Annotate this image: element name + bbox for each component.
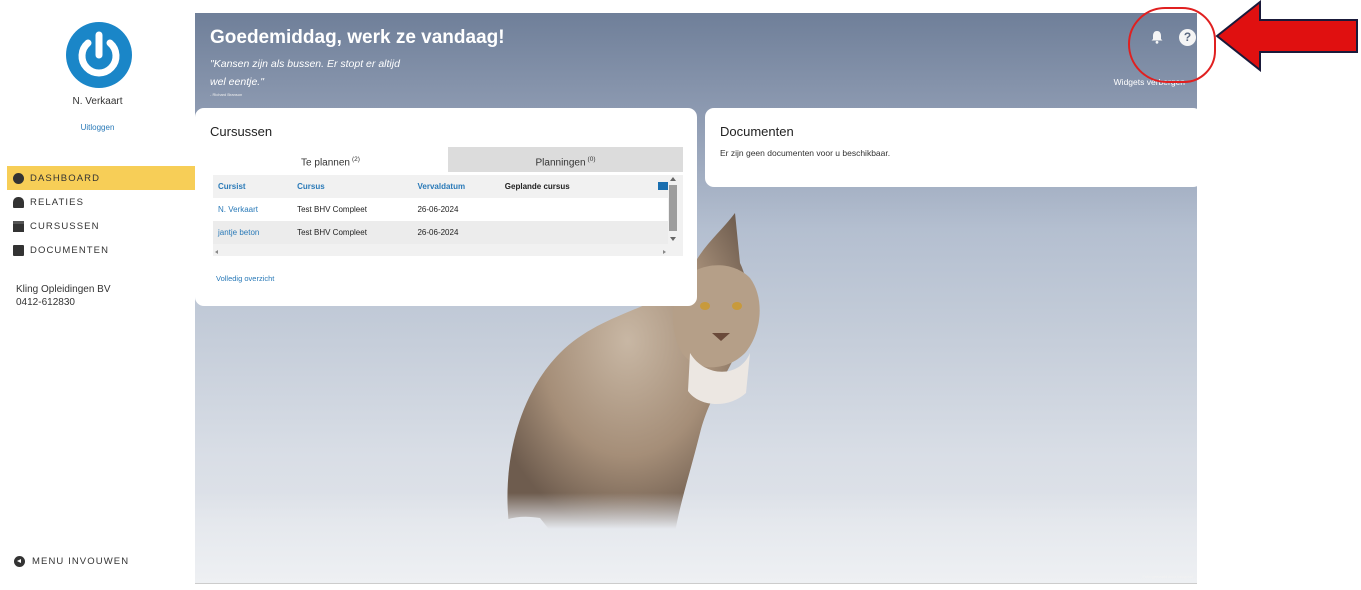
courses-table: Cursist Cursus Vervaldatum Geplande curs… [213, 175, 683, 256]
sidebar-item-label: CURSUSSEN [30, 220, 100, 232]
table-row: jantje beton Test BHV Compleet 26-06-202… [213, 221, 668, 244]
app-logo [66, 22, 132, 88]
cursist-link[interactable]: jantje beton [213, 221, 293, 244]
column-settings-header[interactable] [633, 175, 668, 198]
table-horizontal-scrollbar[interactable] [213, 248, 668, 256]
tab-label: Planningen [535, 157, 586, 169]
calendar-icon [13, 220, 24, 232]
dashboard-main: Goedemiddag, werk ze vandaag! "Kansen zi… [195, 13, 1197, 583]
documents-title: Documenten [720, 124, 794, 139]
sidebar-item-relaties[interactable]: RELATIES [7, 190, 195, 214]
sidebar-item-label: DASHBOARD [30, 172, 101, 184]
vervaldatum-cell: 26-06-2024 [412, 221, 500, 244]
documents-empty-message: Er zijn geen documenten voor u beschikba… [720, 148, 891, 158]
column-header-label: Geplande cursus [504, 182, 570, 191]
cursus-cell: Test BHV Compleet [292, 198, 413, 221]
tab-te-plannen[interactable]: Te plannen (2) [213, 147, 448, 172]
annotation-arrow-icon [1215, 0, 1358, 72]
tab-count: (2) [351, 156, 360, 163]
geplande-cell [499, 198, 633, 221]
company-info: Kling Opleidingen BV 0412-612830 [16, 283, 111, 309]
scroll-left-icon[interactable] [215, 250, 218, 254]
snow-foreground [195, 493, 1197, 583]
cursist-link[interactable]: N. Verkaart [213, 198, 293, 221]
dashboard-icon [13, 172, 24, 184]
table-header-row: Cursist Cursus Vervaldatum Geplande curs… [213, 175, 668, 198]
column-header-geplande-cursus: Geplande cursus [500, 175, 633, 198]
documents-widget: Documenten Er zijn geen documenten voor … [705, 108, 1197, 187]
courses-tabs: Te plannen (2) Planningen (0) [213, 147, 683, 172]
power-icon [78, 31, 120, 77]
company-phone: 0412-612830 [16, 297, 75, 308]
vervaldatum-cell: 26-06-2024 [412, 198, 500, 221]
user-name: N. Verkaart [72, 96, 123, 107]
sidebar-item-cursussen[interactable]: CURSUSSEN [7, 214, 195, 238]
empty-cell [632, 198, 668, 221]
folder-icon [13, 244, 24, 256]
courses-widget: Cursussen Te plannen (2) Planningen (0) Cu… [195, 108, 697, 306]
table-row: N. Verkaart Test BHV Compleet 26-06-2024 [213, 198, 668, 221]
courses-table-grid: Cursist Cursus Vervaldatum Geplande curs… [213, 175, 668, 244]
greeting-title: Goedemiddag, werk ze vandaag! [210, 27, 505, 48]
folder-icon[interactable] [657, 181, 668, 190]
tab-count: (0) [587, 156, 596, 163]
sidebar-item-dashboard[interactable]: DASHBOARD [7, 166, 195, 190]
geplande-cell [499, 221, 633, 244]
scroll-down-icon[interactable] [670, 237, 676, 241]
scrollbar-thumb[interactable] [669, 185, 677, 231]
cursus-cell: Test BHV Compleet [292, 221, 413, 244]
column-header-cursist[interactable]: Cursist [213, 175, 292, 198]
sidebar-nav: DASHBOARD RELATIES CURSUSSEN DOCUMENTEN [7, 166, 195, 262]
sidebar-item-label: RELATIES [30, 196, 85, 208]
tab-label: Te plannen [301, 157, 350, 169]
quote-author: - Richard Branson [210, 92, 243, 97]
column-header-vervaldatum[interactable]: Vervaldatum [412, 175, 499, 198]
daily-quote: "Kansen zijn als bussen. Er stopt er alt… [210, 58, 400, 88]
photo-credit: Foto gemaakt door fotograaf [1142, 574, 1193, 579]
users-icon [13, 196, 24, 208]
tab-planningen[interactable]: Planningen (0) [448, 147, 683, 172]
menu-collapse-button[interactable]: MENU INVOUWEN [14, 556, 129, 567]
sidebar-item-documenten[interactable]: DOCUMENTEN [7, 238, 195, 262]
scroll-up-icon[interactable] [670, 177, 676, 181]
full-overview-link[interactable]: Volledig overzicht [216, 274, 274, 283]
company-name: Kling Opleidingen BV [16, 284, 111, 295]
sidebar: N. Verkaart Uitloggen DASHBOARD RELATIES… [0, 0, 195, 583]
footer-divider [195, 583, 1197, 584]
menu-collapse-label: MENU INVOUWEN [32, 556, 130, 567]
annotation-circle [1128, 7, 1216, 83]
logout-link[interactable]: Uitloggen [0, 123, 195, 132]
sidebar-item-label: DOCUMENTEN [30, 244, 110, 256]
courses-title: Cursussen [210, 124, 273, 139]
empty-cell [632, 221, 668, 244]
app-root: N. Verkaart Uitloggen DASHBOARD RELATIES… [0, 0, 1361, 590]
scroll-right-icon[interactable] [663, 250, 666, 254]
table-vertical-scrollbar[interactable] [669, 177, 677, 247]
column-header-cursus[interactable]: Cursus [292, 175, 412, 198]
chevron-left-icon [14, 556, 25, 567]
